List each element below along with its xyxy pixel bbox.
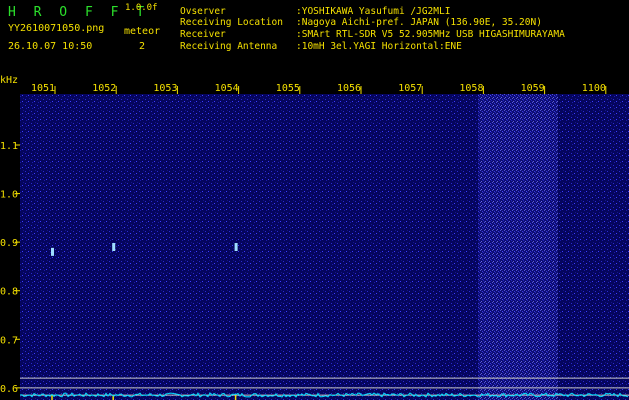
filename-label: YY2610071050.png (8, 23, 105, 34)
meteor-echo (112, 243, 116, 251)
info-receiver-value: :SMArt RTL-SDR V5 52.905MHz USB HIGASHIM… (296, 29, 565, 40)
y-tick-label: 0.8 (0, 287, 18, 298)
y-tick-label: 1.1 (0, 141, 18, 152)
y-tick-label: 0.7 (0, 335, 18, 346)
y-axis: kHz 1.1 1.0 0.9 0.8 0.7 0.6 (0, 75, 20, 395)
info-observer-value: :YOSHIKAWA Yasufumi /JG2MLI (296, 6, 451, 17)
x-tick-label: 1052 (92, 83, 116, 94)
meteor-count: 2 (139, 41, 146, 52)
x-tick-label: 1053 (153, 83, 177, 94)
x-tick-label: 1056 (337, 83, 361, 94)
x-tick-label: 1059 (521, 83, 545, 94)
meteor-label: meteor (124, 26, 161, 37)
spectrogram: kHz1.11.00.90.80.70.6 1051 1052 1053 1054 10… (0, 75, 629, 400)
x-tick-label: 1100 (582, 83, 606, 94)
x-tick-label: 1054 (215, 83, 239, 94)
info-location-label: Receiving Location (180, 17, 283, 28)
info-receiver-label: Receiver (180, 29, 226, 40)
x-tick-label: 1057 (398, 83, 422, 94)
meteor-echo (234, 243, 238, 251)
info-antenna-value: :10mH 3el.YAGI Horizontal:ENE (296, 41, 462, 52)
meteor-echo (51, 247, 54, 256)
y-axis-label: kHz (0, 75, 18, 86)
x-tick-label: 1055 (276, 83, 300, 94)
x-tick-label: 1058 (459, 83, 483, 94)
y-tick-label: 1.0 (0, 190, 18, 201)
info-observer-label: Ovserver (180, 6, 226, 17)
info-location-value: :Nagoya Aichi-pref. JAPAN (136.90E, 35.2… (296, 17, 542, 28)
x-tick-label: 1051 (31, 83, 55, 94)
noise-band (478, 94, 558, 400)
header-panel: H R O F F T 1.0.0f YY2610071050.png 26.1… (0, 0, 629, 74)
info-antenna-label: Receiving Antenna (180, 41, 278, 52)
timestamp-label: 26.10.07 10:50 (8, 41, 93, 52)
y-tick-label: 0.9 (0, 238, 18, 249)
x-axis: 1051 1052 1053 1054 1055 1056 1057 1058 1059 1100 (31, 83, 607, 94)
y-tick-label: 0.6 (0, 384, 18, 395)
version-label: 1.0.0f (125, 3, 158, 13)
